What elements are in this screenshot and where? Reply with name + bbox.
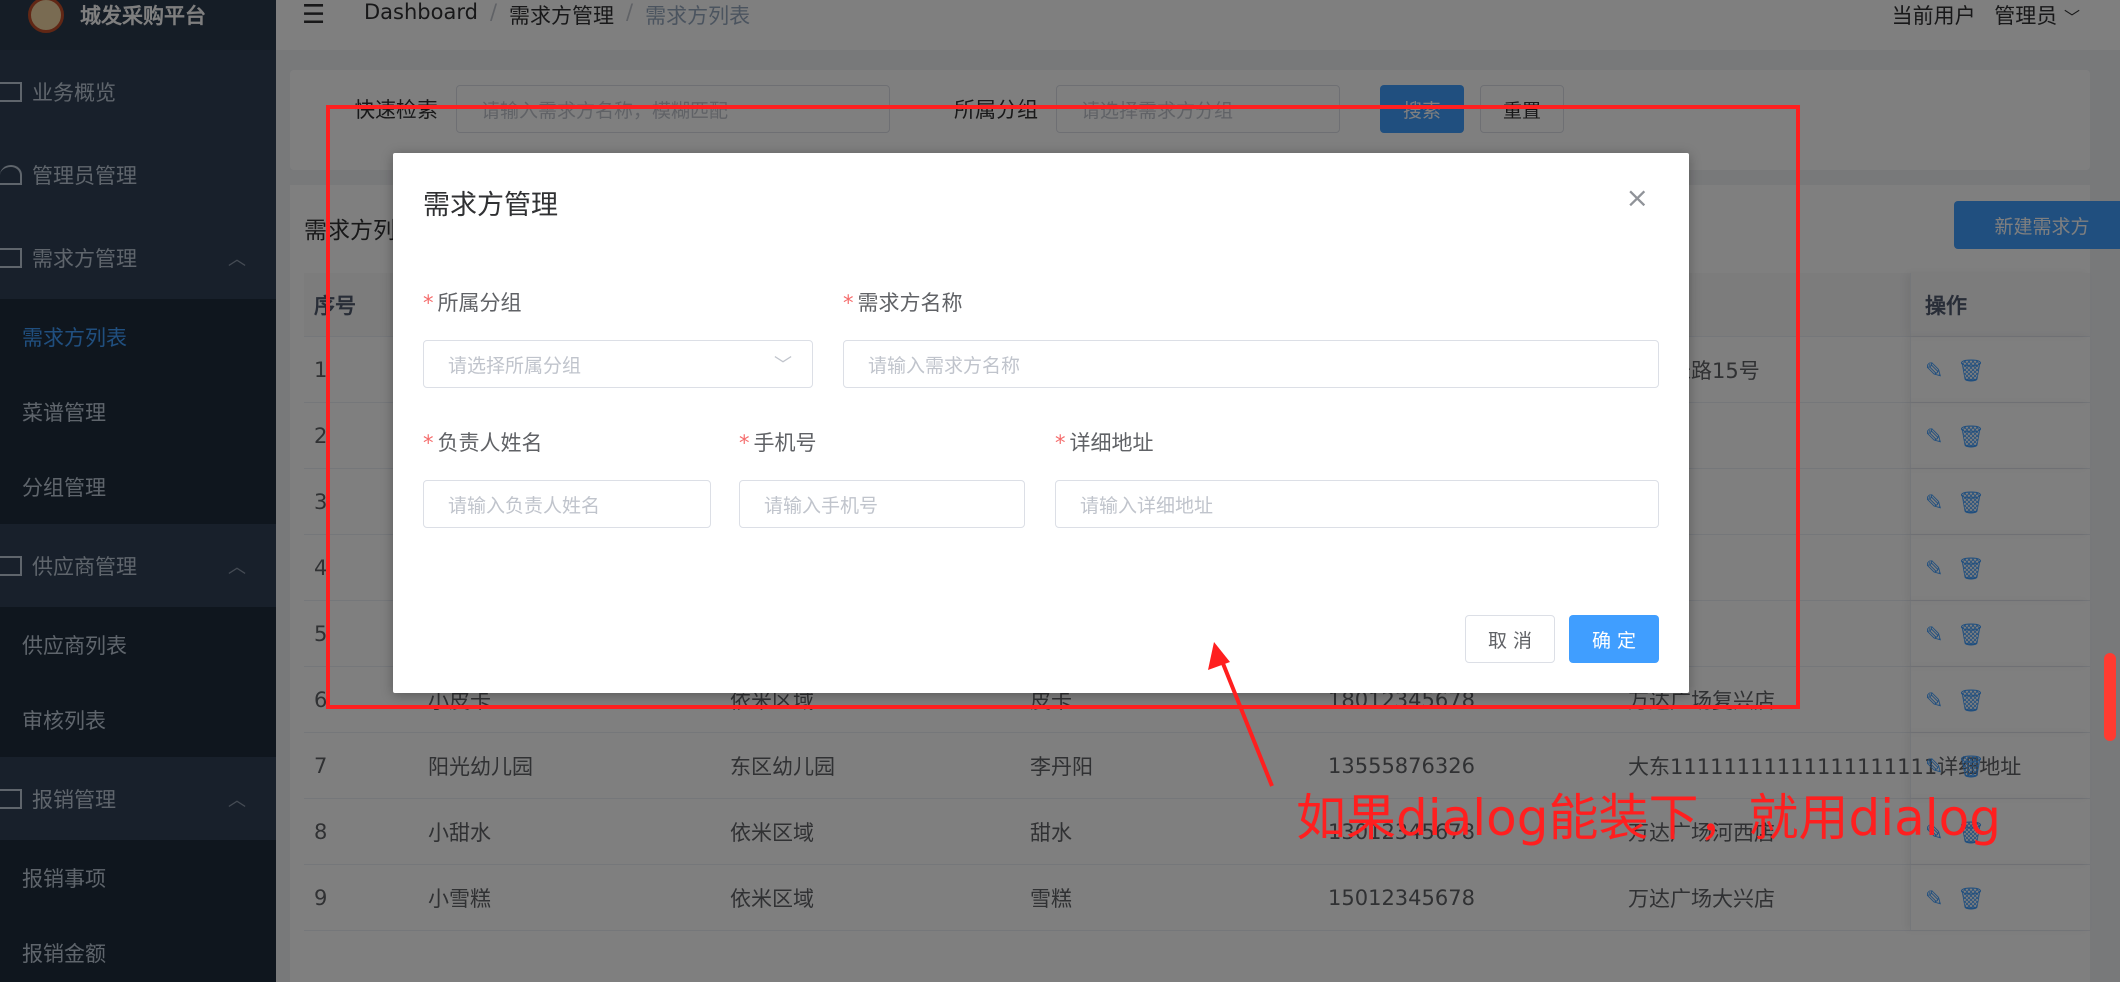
annotation-text: 如果dialog能装下，就用dialog xyxy=(1296,789,2001,847)
page-scrollbar[interactable] xyxy=(2104,653,2116,741)
